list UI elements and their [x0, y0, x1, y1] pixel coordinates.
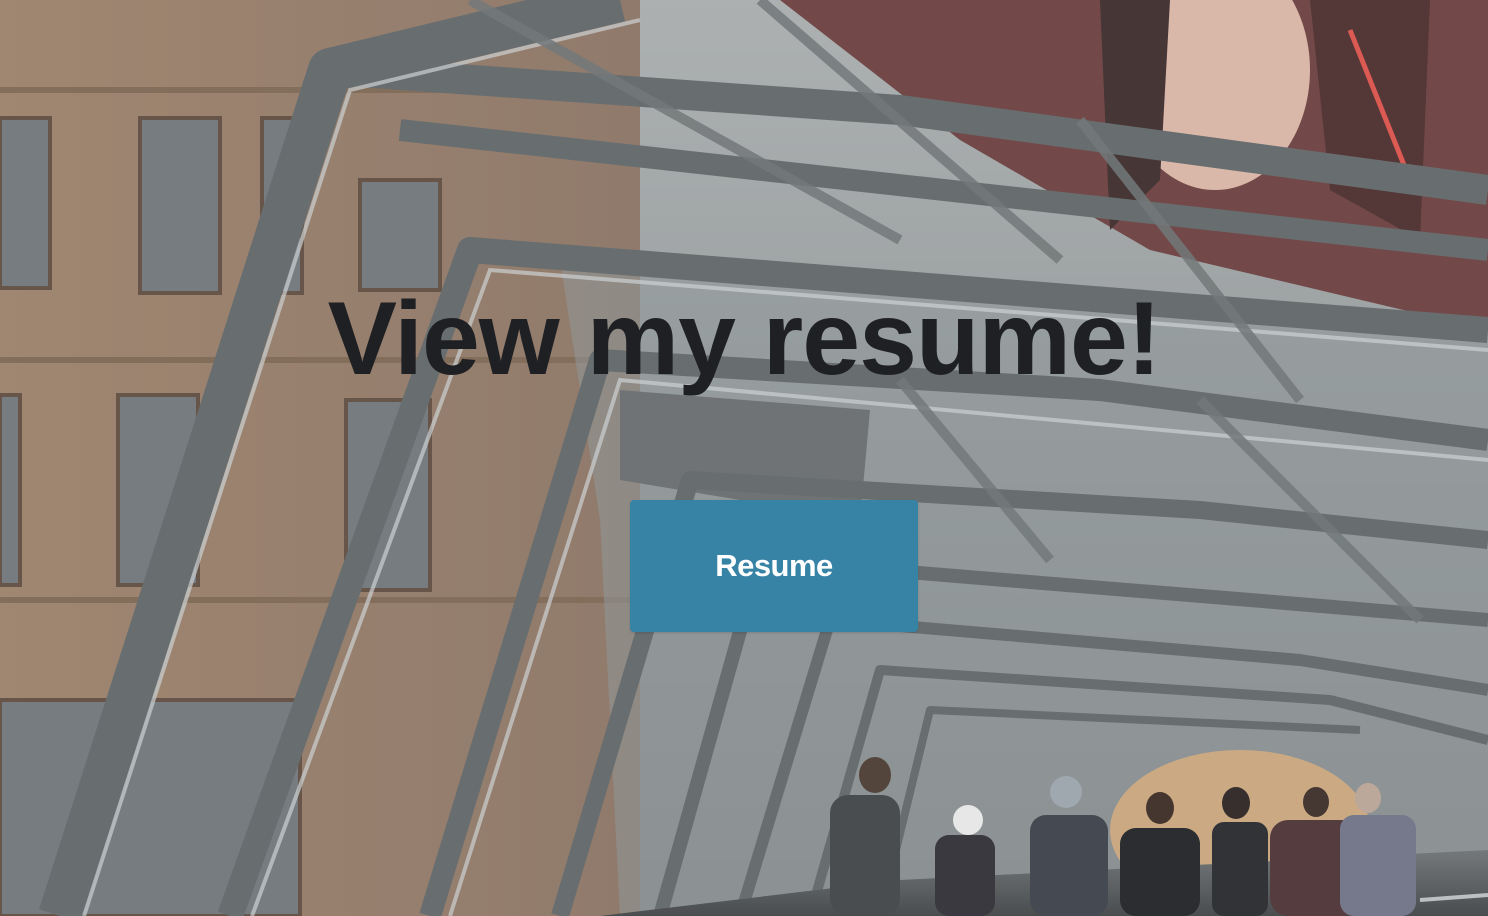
- resume-button[interactable]: Resume: [630, 500, 918, 632]
- page-title: View my resume!: [327, 281, 1162, 397]
- hero-section: View my resume! Resume: [0, 0, 1488, 916]
- glass-walkway-photo-icon: [0, 0, 1488, 916]
